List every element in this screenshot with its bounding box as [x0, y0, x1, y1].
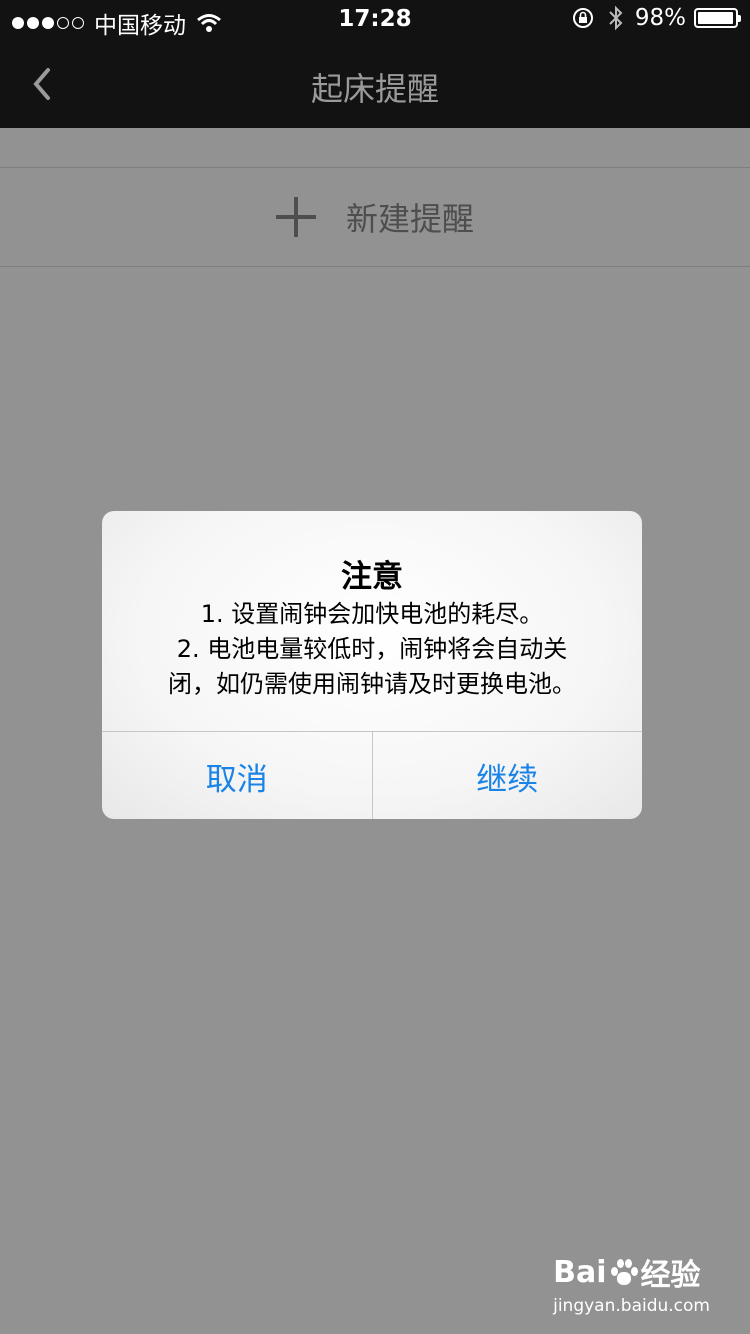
dialog-message-line: 2. 电池电量较低时，闹钟将会自动关: [176, 635, 568, 663]
page-title: 起床提醒: [310, 70, 439, 108]
cancel-button[interactable]: 取消: [102, 732, 372, 819]
new-reminder-button[interactable]: 新建提醒: [0, 168, 750, 266]
rotation-lock-icon: [572, 8, 593, 28]
watermark-url: jingyan.baidu.com: [553, 1296, 710, 1316]
plus-icon: [275, 197, 316, 237]
dialog-message-line: 1. 设置闹钟会加快电池的耗尽。: [200, 600, 544, 628]
battery-level-fill: [698, 12, 734, 24]
dialog-buttons: 取消 继续: [102, 731, 642, 819]
new-reminder-label: 新建提醒: [345, 200, 474, 238]
baidu-jingyan-watermark: Bai 经验 jingyan.baidu.com: [553, 1250, 710, 1317]
divider: [0, 266, 750, 267]
dialog-title: 注意: [341, 559, 403, 595]
bluetooth-icon: [609, 5, 623, 31]
battery-percentage: 98%: [634, 5, 686, 31]
alert-dialog: 注意 1. 设置闹钟会加快电池的耗尽。 2. 电池电量较低时，闹钟将会自动关 闭…: [102, 511, 642, 819]
battery-icon: [694, 8, 741, 28]
paw-icon: [609, 1257, 639, 1287]
dialog-message-line: 闭，如仍需使用闹钟请及时更换电池。: [168, 670, 576, 698]
status-bar: 中国移动 17:28 98%: [0, 0, 750, 40]
continue-button[interactable]: 继续: [371, 732, 643, 819]
nav-bar: 起床提醒: [0, 40, 750, 128]
watermark-brand-right: 经验: [640, 1258, 701, 1293]
dialog-message: 1. 设置闹钟会加快电池的耗尽。 2. 电池电量较低时，闹钟将会自动关 闭，如仍…: [142, 597, 602, 702]
watermark-brand-left: Bai: [553, 1254, 607, 1290]
